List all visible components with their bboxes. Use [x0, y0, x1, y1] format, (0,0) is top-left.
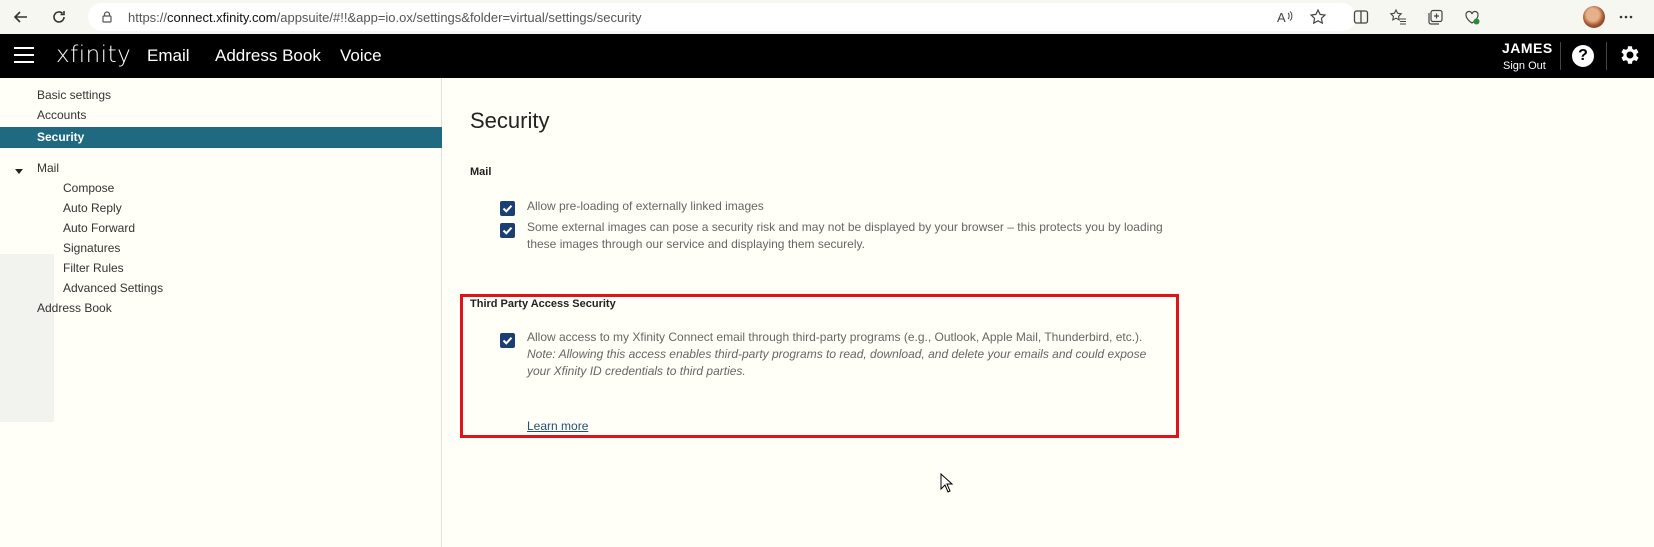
header-divider — [1606, 42, 1607, 70]
checkmark-icon — [502, 227, 513, 235]
third-party-access-checkbox[interactable] — [500, 333, 515, 348]
gear-icon[interactable] — [1618, 43, 1642, 67]
preload-images-label: Allow pre-loading of externally linked i… — [527, 199, 764, 213]
third-party-note-line2: your Xfinity ID credentials to third par… — [527, 364, 746, 378]
more-menu-icon[interactable] — [1617, 8, 1635, 26]
app-header: xfinity Email Address Book Voice JAMES S… — [0, 34, 1654, 78]
secure-images-label-line2: these images through our service and dis… — [527, 237, 865, 251]
sign-out-link[interactable]: Sign Out — [1503, 60, 1546, 72]
browser-toolbar: https://connect.xfinity.com/appsuite/#!!… — [0, 0, 1654, 34]
read-aloud-icon[interactable]: A — [1276, 8, 1294, 26]
preload-images-checkbox[interactable] — [500, 201, 515, 216]
xfinity-logo[interactable]: xfinity — [56, 42, 131, 68]
sidebar-item-advanced-settings[interactable]: Advanced Settings — [63, 281, 163, 295]
settings-content: Security Mail Allow pre-loading of exter… — [443, 78, 1654, 547]
mouse-cursor-icon — [940, 472, 954, 498]
lock-icon[interactable] — [98, 8, 116, 26]
checkmark-icon — [502, 205, 513, 213]
user-name: JAMES — [1502, 40, 1553, 56]
learn-more-link[interactable]: Learn more — [527, 419, 588, 433]
background-panel — [0, 254, 54, 422]
sidebar-item-auto-forward[interactable]: Auto Forward — [63, 221, 135, 235]
hamburger-menu-icon[interactable] — [14, 47, 34, 63]
settings-sidebar: Basic settings Accounts Security Mail Co… — [0, 78, 442, 547]
sidebar-item-label: Security — [37, 130, 85, 144]
sidebar-item-signatures[interactable]: Signatures — [63, 241, 120, 255]
header-divider — [1560, 42, 1561, 70]
favorites-icon[interactable] — [1389, 8, 1407, 26]
tab-address-book[interactable]: Address Book — [215, 46, 321, 66]
address-bar[interactable]: https://connect.xfinity.com/appsuite/#!!… — [88, 3, 1356, 31]
profile-avatar[interactable] — [1583, 6, 1605, 28]
secure-images-checkbox[interactable] — [500, 223, 515, 238]
split-screen-icon[interactable] — [1352, 8, 1370, 26]
help-icon[interactable]: ? — [1572, 45, 1594, 67]
mail-section-title: Mail — [470, 166, 492, 178]
url-text[interactable]: https://connect.xfinity.com/appsuite/#!!… — [128, 10, 642, 25]
sidebar-item-accounts[interactable]: Accounts — [37, 108, 86, 122]
sidebar-item-filter-rules[interactable]: Filter Rules — [63, 261, 124, 275]
refresh-icon[interactable] — [48, 6, 70, 28]
tab-email[interactable]: Email — [147, 46, 190, 66]
sidebar-item-address-book[interactable]: Address Book — [37, 301, 112, 315]
sidebar-item-security[interactable]: Security — [0, 127, 442, 148]
extension-heart-icon[interactable] — [1463, 8, 1481, 26]
sidebar-item-compose[interactable]: Compose — [63, 181, 114, 195]
sidebar-item-mail[interactable]: Mail — [37, 161, 59, 175]
third-party-section-title: Third Party Access Security — [470, 298, 616, 310]
favorite-star-icon[interactable] — [1309, 8, 1327, 26]
sidebar-item-basic-settings[interactable]: Basic settings — [37, 88, 111, 102]
caret-down-icon[interactable] — [15, 169, 23, 174]
page-title: Security — [470, 108, 550, 133]
sidebar-item-auto-reply[interactable]: Auto Reply — [63, 201, 122, 215]
svg-text:A: A — [1277, 10, 1286, 25]
back-icon[interactable] — [10, 6, 32, 28]
collections-icon[interactable] — [1426, 8, 1444, 26]
tab-voice[interactable]: Voice — [340, 46, 382, 66]
checkmark-icon — [502, 337, 513, 345]
